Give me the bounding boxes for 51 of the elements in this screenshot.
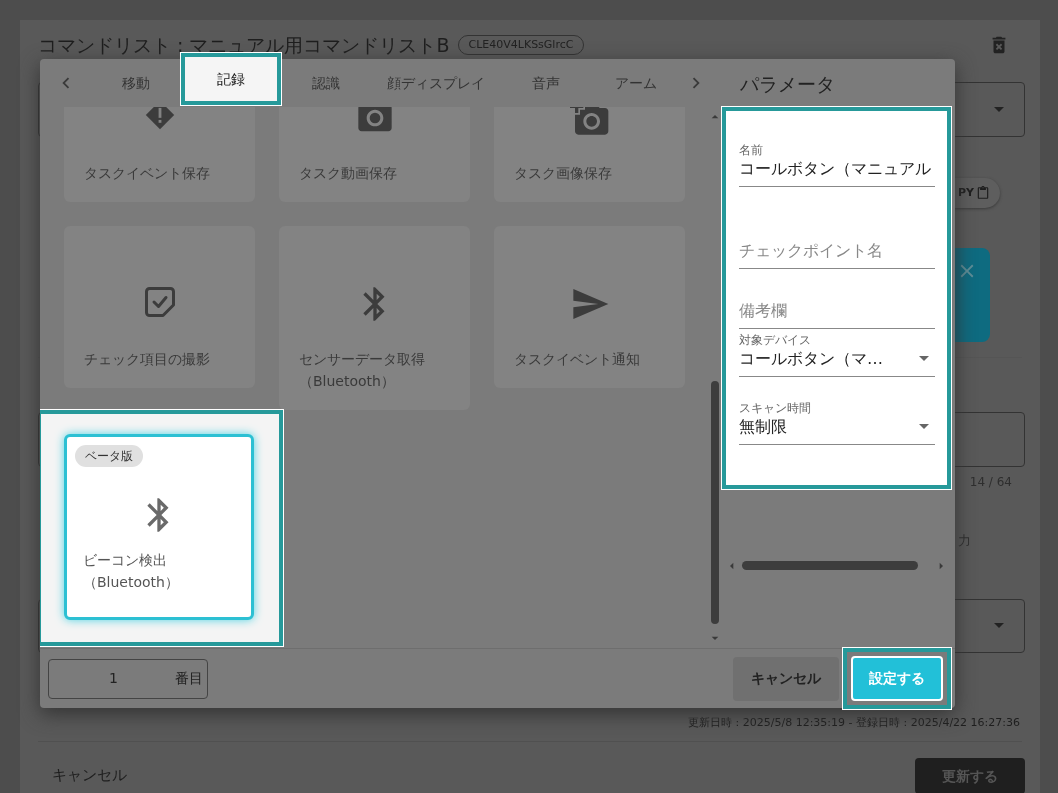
beta-badge: ベータ版 xyxy=(75,445,143,467)
command-label: ビーコン検出 xyxy=(83,551,167,570)
command-label: タスクイベント通知 xyxy=(514,350,640,369)
tab[interactable]: 移動 xyxy=(91,59,181,107)
tab[interactable]: 認識 xyxy=(281,59,371,107)
dropdown-caret-icon xyxy=(919,356,929,361)
field-value: コールボタン（マニュアル xyxy=(739,157,931,180)
select-field[interactable]: 対象デバイス コールボタン（マ… xyxy=(739,332,935,377)
field-value: 無制限 xyxy=(739,415,787,438)
position-field[interactable]: 1 番目 xyxy=(48,658,208,699)
tab[interactable]: 記録 xyxy=(181,53,281,105)
command-card[interactable]: タスク画像保存 xyxy=(494,107,685,202)
text-field[interactable]: チェックポイント名 xyxy=(739,239,935,269)
field-placeholder: チェックポイント名 xyxy=(739,239,883,262)
field-value: コールボタン（マ… xyxy=(739,347,883,370)
position-suffix: 番目 xyxy=(175,669,203,688)
command-label: （Bluetooth） xyxy=(83,573,179,592)
panel-title: パラメータ xyxy=(740,72,836,97)
dropdown-caret-icon xyxy=(919,424,929,429)
field-label: 名前 xyxy=(739,142,764,158)
command-label: タスク動画保存 xyxy=(299,164,397,183)
cancel-button[interactable]: キャンセル xyxy=(733,656,839,701)
command-card[interactable]: ベータ版 ビーコン検出 （Bluetooth） xyxy=(64,434,254,620)
tab[interactable]: 音声 xyxy=(501,59,591,107)
clipboard-icon xyxy=(976,186,990,200)
copy-label: PY xyxy=(957,184,974,201)
command-card[interactable]: タスクイベント保存 xyxy=(64,107,255,202)
command-card[interactable]: チェック項目の撮影 xyxy=(64,226,255,388)
tab[interactable]: 顔ディスプレイ xyxy=(371,59,501,107)
command-label: チェック項目の撮影 xyxy=(84,350,210,369)
dropdown-caret-icon xyxy=(994,107,1004,112)
tab[interactable]: アーム xyxy=(591,59,681,107)
scrollbar-thumb[interactable] xyxy=(711,381,719,624)
scrollbar-thumb[interactable] xyxy=(742,561,918,570)
position-value: 1 xyxy=(109,669,119,688)
field-label: 対象デバイス xyxy=(739,332,812,348)
command-label: （Bluetooth） xyxy=(299,372,395,391)
text-field[interactable]: 備考欄 xyxy=(739,299,935,329)
command-card[interactable]: タスク動画保存 xyxy=(279,107,470,202)
text-field[interactable]: 名前 コールボタン（マニュアル xyxy=(739,142,935,187)
camera-plus-icon xyxy=(569,107,610,138)
command-label: タスクイベント保存 xyxy=(84,164,210,183)
command-card[interactable]: センサーデータ取得 （Bluetooth） xyxy=(279,226,470,410)
command-card[interactable]: タスクイベント通知 xyxy=(494,226,685,388)
command-label: タスク画像保存 xyxy=(514,164,612,183)
select-field[interactable]: スキャン時間 無制限 xyxy=(739,400,935,445)
dropdown-caret-icon xyxy=(994,623,1004,628)
confirm-button[interactable]: 設定する xyxy=(851,656,943,701)
field-label: スキャン時間 xyxy=(739,400,812,416)
command-label: センサーデータ取得 xyxy=(299,350,425,369)
field-placeholder: 備考欄 xyxy=(739,299,787,322)
